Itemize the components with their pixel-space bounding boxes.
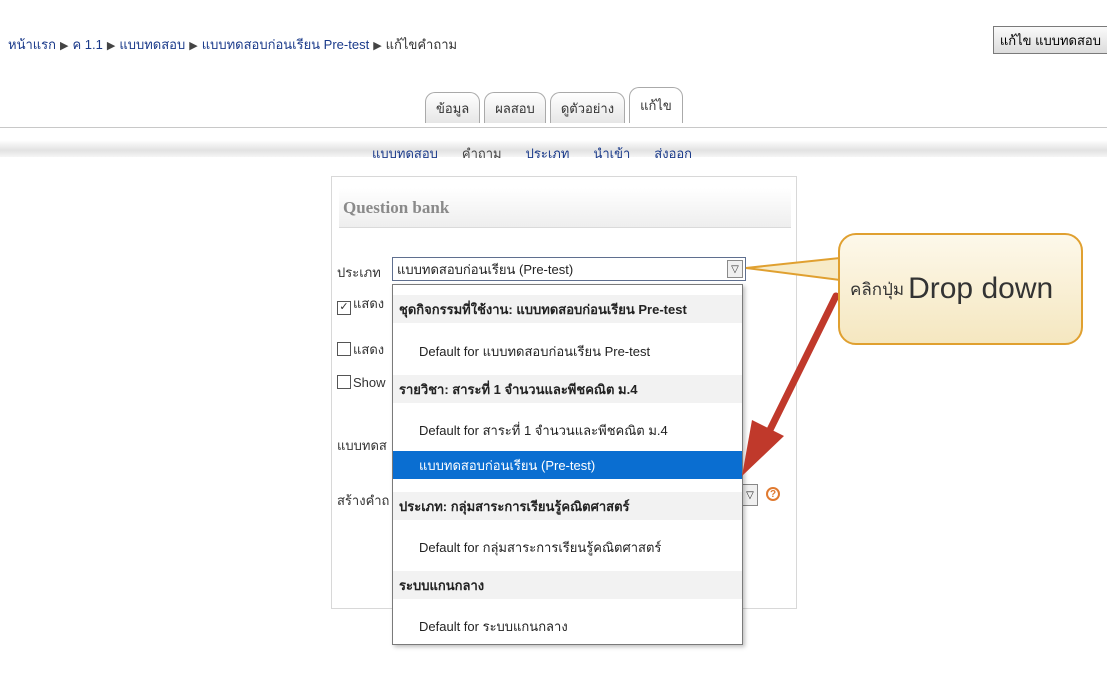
red-arrow-shaft: [761, 292, 840, 444]
callout-english-text: Drop down: [908, 272, 1054, 305]
callout-box: คลิกปุ่ม Drop down: [838, 233, 1083, 345]
callout-pointer: [745, 256, 841, 282]
red-arrow-head-icon: [742, 420, 784, 476]
callout-thai-text: คลิกปุ่ม: [850, 279, 905, 299]
